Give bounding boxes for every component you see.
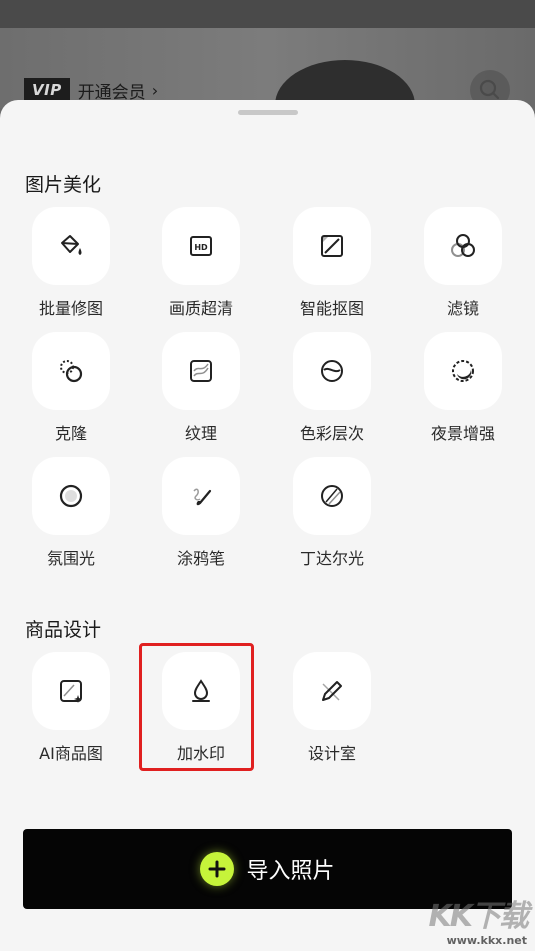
hd-icon: HD bbox=[162, 207, 240, 285]
plus-icon bbox=[200, 852, 235, 886]
paint-bucket-icon bbox=[32, 207, 110, 285]
tool-tyndall-light[interactable]: 丁达尔光 bbox=[277, 457, 387, 569]
drag-handle[interactable] bbox=[238, 110, 298, 115]
ambient-light-icon bbox=[32, 457, 110, 535]
tool-label: 设计室 bbox=[307, 744, 356, 763]
tool-label: 滤镜 bbox=[446, 299, 479, 318]
section-title-beautify: 图片美化 bbox=[25, 174, 102, 196]
tool-label: 色彩层次 bbox=[299, 424, 364, 443]
tool-label: 夜景增强 bbox=[430, 424, 495, 443]
site-watermark-logo: KK下载 www.kkx.net bbox=[415, 900, 535, 951]
tools-bottom-sheet: 图片美化 批量修图 HD 画质超清 智能抠图 滤镜 克隆 纹理 色彩层次 夜景增… bbox=[0, 100, 535, 951]
highlight-box bbox=[139, 643, 254, 771]
svg-text:HD: HD bbox=[194, 243, 208, 252]
night-moon-icon bbox=[424, 332, 502, 410]
tool-ambient-light[interactable]: 氛围光 bbox=[16, 457, 126, 569]
tool-clone[interactable]: 克隆 bbox=[16, 332, 126, 444]
cutout-icon bbox=[293, 207, 371, 285]
import-photo-button[interactable]: 导入照片 bbox=[23, 829, 512, 909]
tool-filter[interactable]: 滤镜 bbox=[408, 207, 518, 319]
tool-label: 克隆 bbox=[54, 424, 87, 443]
tool-cutout[interactable]: 智能抠图 bbox=[277, 207, 387, 319]
tool-label: 纹理 bbox=[184, 424, 217, 443]
tool-label: 智能抠图 bbox=[299, 299, 364, 318]
tool-label: AI商品图 bbox=[39, 744, 103, 763]
tyndall-light-icon bbox=[293, 457, 371, 535]
tool-night-enhance[interactable]: 夜景增强 bbox=[408, 332, 518, 444]
tool-texture[interactable]: 纹理 bbox=[146, 332, 256, 444]
watermark-url: www.kkx.net bbox=[446, 934, 527, 947]
tool-doodle-brush[interactable]: 涂鸦笔 bbox=[146, 457, 256, 569]
tool-color-level[interactable]: 色彩层次 bbox=[277, 332, 387, 444]
chevron-right-icon: › bbox=[151, 80, 159, 100]
tool-label: 涂鸦笔 bbox=[176, 549, 225, 568]
tool-label: 批量修图 bbox=[38, 299, 103, 318]
ai-product-icon bbox=[32, 652, 110, 730]
tool-design-studio[interactable]: 设计室 bbox=[277, 652, 387, 764]
import-button-label: 导入照片 bbox=[246, 859, 335, 884]
tool-label: 画质超清 bbox=[168, 299, 233, 318]
clone-icon bbox=[32, 332, 110, 410]
design-pencil-icon bbox=[293, 652, 371, 730]
status-bar bbox=[0, 0, 535, 30]
tool-label: 丁达尔光 bbox=[299, 549, 364, 568]
tool-label: 氛围光 bbox=[46, 549, 95, 568]
tool-batch-edit[interactable]: 批量修图 bbox=[16, 207, 126, 319]
texture-icon bbox=[162, 332, 240, 410]
section-title-product-design: 商品设计 bbox=[25, 619, 102, 641]
vip-badge: VIP bbox=[24, 78, 70, 102]
tool-ai-product[interactable]: AI商品图 bbox=[16, 652, 126, 764]
watermark-main-text: KK下载 bbox=[428, 899, 530, 934]
color-level-icon bbox=[293, 332, 371, 410]
tool-hd[interactable]: HD 画质超清 bbox=[146, 207, 256, 319]
brush-icon bbox=[162, 457, 240, 535]
vip-text: 开通会员 bbox=[77, 82, 146, 103]
filter-icon bbox=[424, 207, 502, 285]
